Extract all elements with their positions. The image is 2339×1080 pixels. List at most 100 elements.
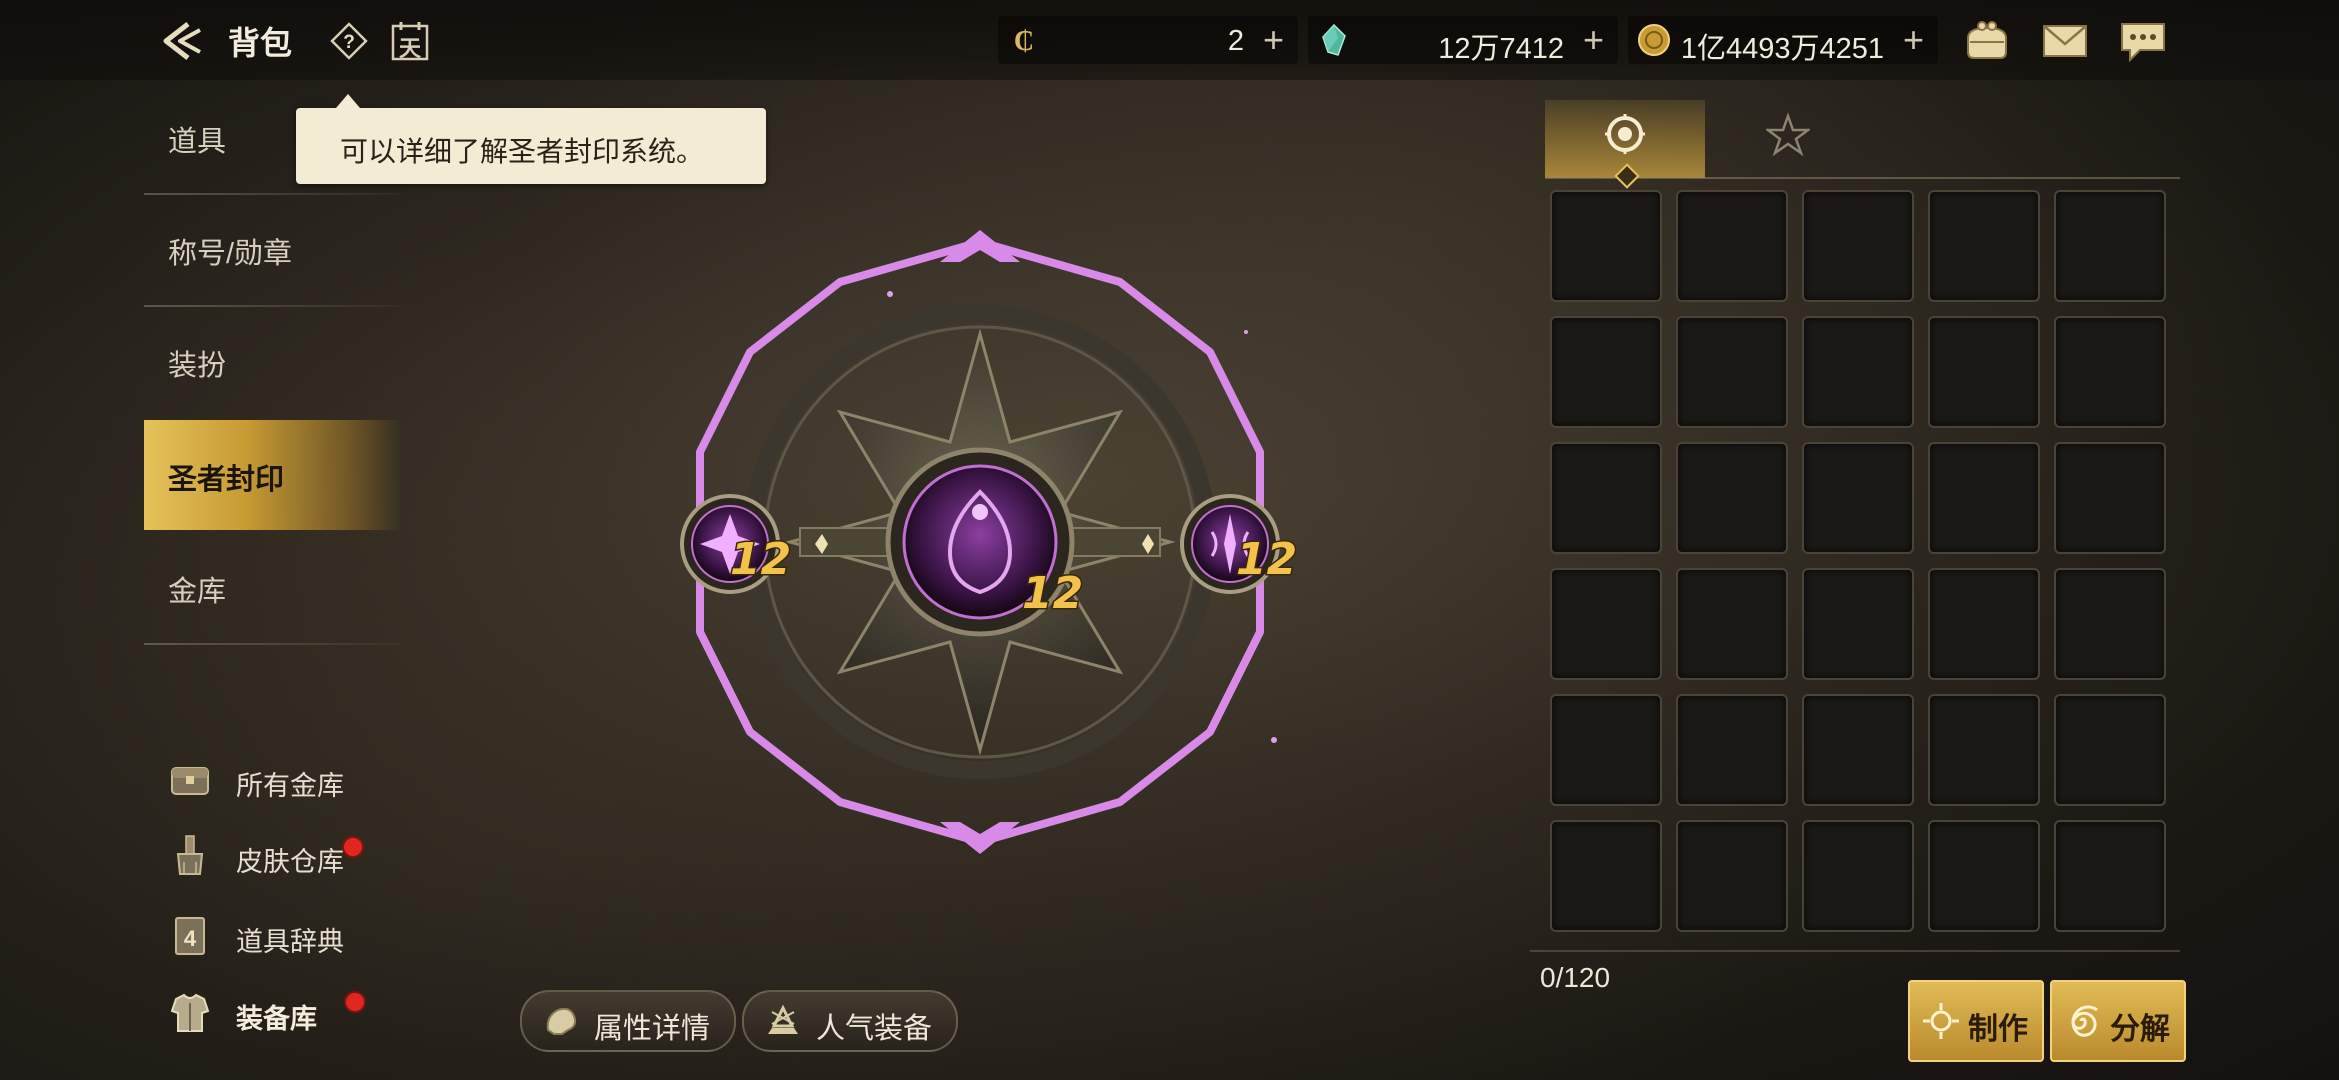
inventory-slot[interactable]: [1550, 820, 1662, 932]
help-button[interactable]: ?: [330, 22, 368, 60]
purse-icon: [1967, 21, 2007, 59]
nav-divider: [144, 643, 402, 645]
brush-icon: [176, 835, 204, 875]
popular-equipment-icon: [768, 1004, 798, 1034]
svg-text:₵: ₵: [1014, 26, 1034, 57]
tab-pentagram[interactable]: [1708, 100, 1868, 178]
page-title: 背包: [228, 25, 293, 61]
nav-item-label: 装扮: [168, 350, 227, 382]
inventory-slot[interactable]: [1550, 694, 1662, 806]
dictionary-icon: 4: [175, 917, 205, 955]
seal-ring-icon: [1605, 114, 1645, 154]
inventory-slot[interactable]: [2054, 190, 2166, 302]
craft-button[interactable]: 制作: [1908, 980, 2044, 1062]
pentagram-icon: [1766, 112, 1810, 156]
calendar-button[interactable]: 天: [390, 20, 430, 62]
nav-item-saint-seal[interactable]: 圣者封印: [144, 420, 402, 530]
attributes-detail-button[interactable]: 属性详情: [520, 990, 736, 1052]
inventory-slot[interactable]: [1802, 442, 1914, 554]
chat-icon: [2121, 23, 2165, 63]
nav-item-label: 金库: [168, 576, 227, 608]
decompose-label: 分解: [2110, 1013, 2170, 1046]
add-coin-button[interactable]: +: [1263, 20, 1284, 60]
notification-badge: [344, 991, 366, 1013]
nav-item-titles-medals[interactable]: 称号/勋章: [144, 194, 402, 304]
craft-label: 制作: [1968, 1013, 2028, 1046]
mail-button[interactable]: [2040, 18, 2090, 62]
attributes-detail-label: 属性详情: [594, 1013, 711, 1045]
inventory-slot[interactable]: [1928, 820, 2040, 932]
swirl-icon: [2071, 1005, 2098, 1037]
inventory-slot[interactable]: [1676, 190, 1788, 302]
nav-item-costume[interactable]: 装扮: [144, 306, 402, 416]
sub-item-equipment-storage[interactable]: 装备库: [166, 983, 406, 1043]
craft-icon: [1923, 1003, 1959, 1039]
currency-coin: ₵ 2 +: [998, 16, 1298, 64]
inventory-slot[interactable]: [1550, 316, 1662, 428]
help-tooltip: 可以详细了解圣者封印系统。: [296, 94, 766, 184]
sub-item-label: 皮肤仓库: [236, 847, 344, 877]
inventory-slot[interactable]: [1802, 820, 1914, 932]
inventory-slot[interactable]: [1676, 316, 1788, 428]
inventory-slot[interactable]: [1550, 442, 1662, 554]
top-bar: 背包 ? 天 ₵ 2 + 12万7412 + 1亿4493万4251 +: [0, 0, 2339, 80]
mail-icon: [2043, 25, 2087, 57]
inventory-slot[interactable]: [2054, 568, 2166, 680]
center-seal-level: 12: [1022, 568, 1083, 619]
inventory-slot[interactable]: [1928, 442, 2040, 554]
currency-value: 2: [1227, 25, 1244, 57]
sub-item-item-dictionary[interactable]: 4 道具辞典: [166, 906, 406, 966]
sub-item-label: 装备库: [236, 1004, 317, 1034]
inventory-slot[interactable]: [1928, 568, 2040, 680]
sub-item-all-vaults[interactable]: 所有金库: [166, 750, 406, 810]
nav-item-label: 圣者封印: [168, 464, 285, 496]
inventory-slot[interactable]: [2054, 316, 2166, 428]
currency-gold: 1亿4493万4251 +: [1628, 16, 1938, 65]
inventory-slot[interactable]: [1802, 568, 1914, 680]
sub-item-label: 所有金库: [236, 771, 344, 801]
inventory-slot[interactable]: [2054, 694, 2166, 806]
inventory-slot[interactable]: [2054, 442, 2166, 554]
nav-item-label: 称号/勋章: [168, 238, 293, 270]
purse-button[interactable]: [1962, 18, 2012, 62]
inventory-slot[interactable]: [1676, 694, 1788, 806]
coin-c-icon: ₵: [1014, 26, 1034, 57]
inventory-slot[interactable]: [2054, 820, 2166, 932]
currency-crystal: 12万7412 +: [1308, 16, 1618, 65]
add-crystal-button[interactable]: +: [1583, 20, 1604, 60]
nav-item-vault[interactable]: 金库: [144, 532, 402, 642]
currency-value: 12万7412: [1438, 33, 1564, 65]
inventory-divider: [1530, 950, 2180, 952]
tab-underline: [1545, 177, 2180, 179]
inventory-slot[interactable]: [1550, 190, 1662, 302]
nav-item-label: 道具: [168, 126, 227, 158]
calendar-glyph: 天: [399, 36, 422, 61]
inventory-slot[interactable]: [1550, 568, 1662, 680]
seal-frame-graphic: 12 12 12: [680, 230, 1299, 854]
inventory-slot[interactable]: [1676, 442, 1788, 554]
inventory-slot[interactable]: [1802, 694, 1914, 806]
inventory-slot[interactable]: [1676, 820, 1788, 932]
decompose-button[interactable]: 分解: [2050, 980, 2186, 1062]
sub-item-label: 道具辞典: [236, 927, 344, 957]
popular-equipment-button[interactable]: 人气装备: [742, 990, 958, 1052]
saint-seal-display: 12 12 12: [650, 222, 1310, 862]
inventory-slot[interactable]: [1802, 316, 1914, 428]
back-button[interactable]: [158, 16, 208, 66]
sub-item-skin-storage[interactable]: 皮肤仓库: [166, 826, 406, 886]
inventory-slot[interactable]: [1676, 568, 1788, 680]
inventory-slot[interactable]: [1928, 694, 2040, 806]
inventory-slot[interactable]: [1802, 190, 1914, 302]
svg-text:4: 4: [184, 926, 197, 951]
inventory-slot[interactable]: [1928, 316, 2040, 428]
inventory-slot[interactable]: [1928, 190, 2040, 302]
tooltip-text: 可以详细了解圣者封印系统。: [340, 136, 705, 167]
currency-value: 1亿4493万4251: [1680, 33, 1884, 65]
inventory-count: 0/120: [1540, 962, 1611, 993]
crystal-icon: [1322, 23, 1346, 56]
chat-button[interactable]: [2118, 18, 2168, 63]
popular-equipment-label: 人气装备: [816, 1013, 933, 1045]
armor-icon: [170, 993, 210, 1032]
add-gold-button[interactable]: +: [1903, 20, 1924, 60]
question-diamond-icon: ?: [330, 22, 368, 60]
